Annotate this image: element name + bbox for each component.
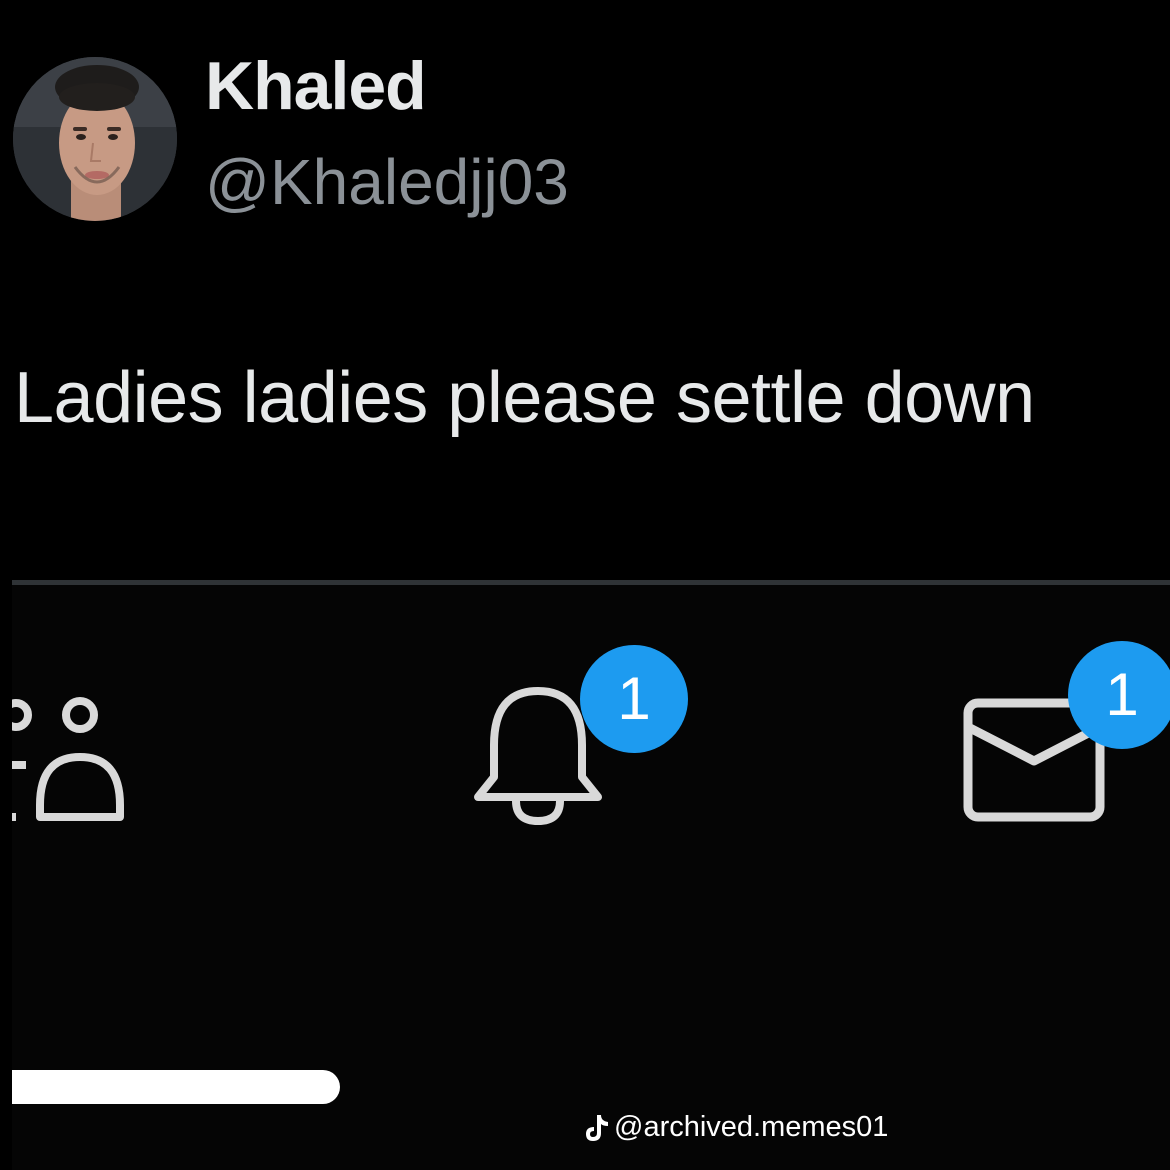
tweet-text: Ladies ladies please settle down xyxy=(14,358,1035,438)
display-name[interactable]: Khaled xyxy=(205,52,427,120)
communities-icon xyxy=(0,697,124,821)
watermark: @archived.memes01 xyxy=(584,1111,888,1144)
notification-badge: 1 xyxy=(580,645,688,753)
user-handle[interactable]: @Khaledjj03 xyxy=(205,150,569,214)
avatar[interactable] xyxy=(13,57,177,221)
avatar-photo xyxy=(13,57,177,221)
home-indicator[interactable] xyxy=(12,1070,340,1104)
watermark-text: @archived.memes01 xyxy=(614,1111,889,1143)
messages-badge: 1 xyxy=(1068,641,1170,749)
notifications-tab[interactable]: 1 xyxy=(470,645,688,835)
communities-tab[interactable] xyxy=(0,695,132,825)
messages-tab[interactable]: 1 xyxy=(962,641,1170,827)
tiktok-icon xyxy=(584,1113,610,1143)
